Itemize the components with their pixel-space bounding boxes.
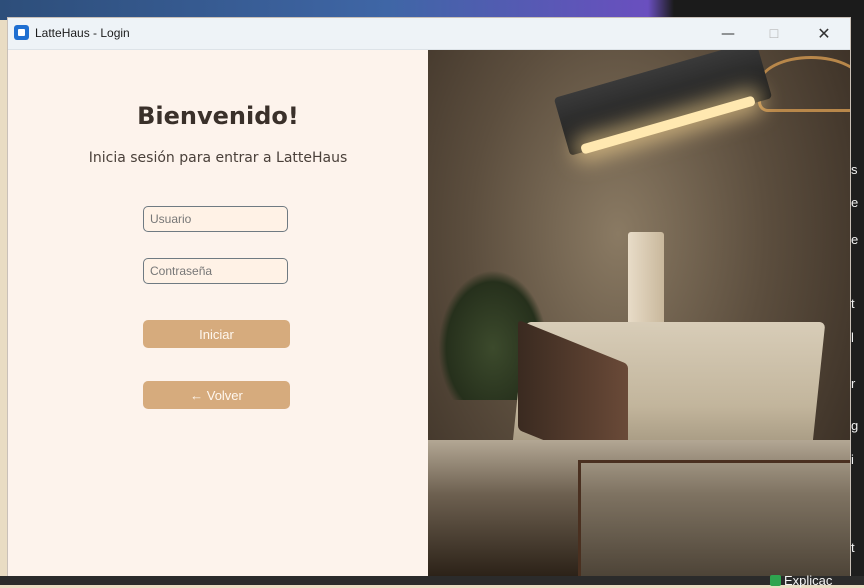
side-edge-text: e xyxy=(851,232,859,247)
photo-hanging-basket xyxy=(758,56,850,112)
check-icon xyxy=(770,575,781,586)
side-edge-text: s xyxy=(851,162,858,177)
window-title: LatteHaus - Login xyxy=(35,26,130,40)
side-edge-text: i xyxy=(851,452,854,467)
side-edge-text: r xyxy=(851,376,856,391)
coffee-shop-photo xyxy=(428,50,850,576)
minimize-button[interactable]: — xyxy=(705,18,751,49)
username-input[interactable] xyxy=(143,206,288,232)
side-edge-text: t xyxy=(851,296,855,311)
welcome-subheading: Inicia sesión para entrar a LatteHaus xyxy=(88,150,348,166)
side-edge-text: g xyxy=(851,418,859,433)
password-input[interactable] xyxy=(143,258,288,284)
side-edge-text: t xyxy=(851,540,855,555)
maximize-button[interactable]: ☐ xyxy=(751,18,797,49)
background-desktop-strip xyxy=(0,0,864,20)
background-corner-label: Explicac xyxy=(770,573,833,588)
corner-label-text: Explicac xyxy=(784,573,833,588)
welcome-heading: Bienvenido! xyxy=(137,102,299,130)
side-edge-text: l xyxy=(851,330,854,345)
photo-glass-case xyxy=(578,460,850,576)
close-button[interactable]: ✕ xyxy=(801,18,847,49)
background-taskbar-strip xyxy=(0,576,864,585)
login-panel: Bienvenido! Inicia sesión para entrar a … xyxy=(8,50,428,576)
login-window: LatteHaus - Login — ☐ ✕ Bienvenido! Inic… xyxy=(8,18,850,576)
side-edge-text: e xyxy=(851,195,859,210)
back-button[interactable]: ← Volver xyxy=(143,381,290,409)
app-icon xyxy=(14,25,29,40)
background-window-edge: s e e t l r g i t xyxy=(850,20,864,576)
login-button[interactable]: Iniciar xyxy=(143,320,290,348)
title-bar[interactable]: LatteHaus - Login — ☐ ✕ xyxy=(8,18,850,50)
